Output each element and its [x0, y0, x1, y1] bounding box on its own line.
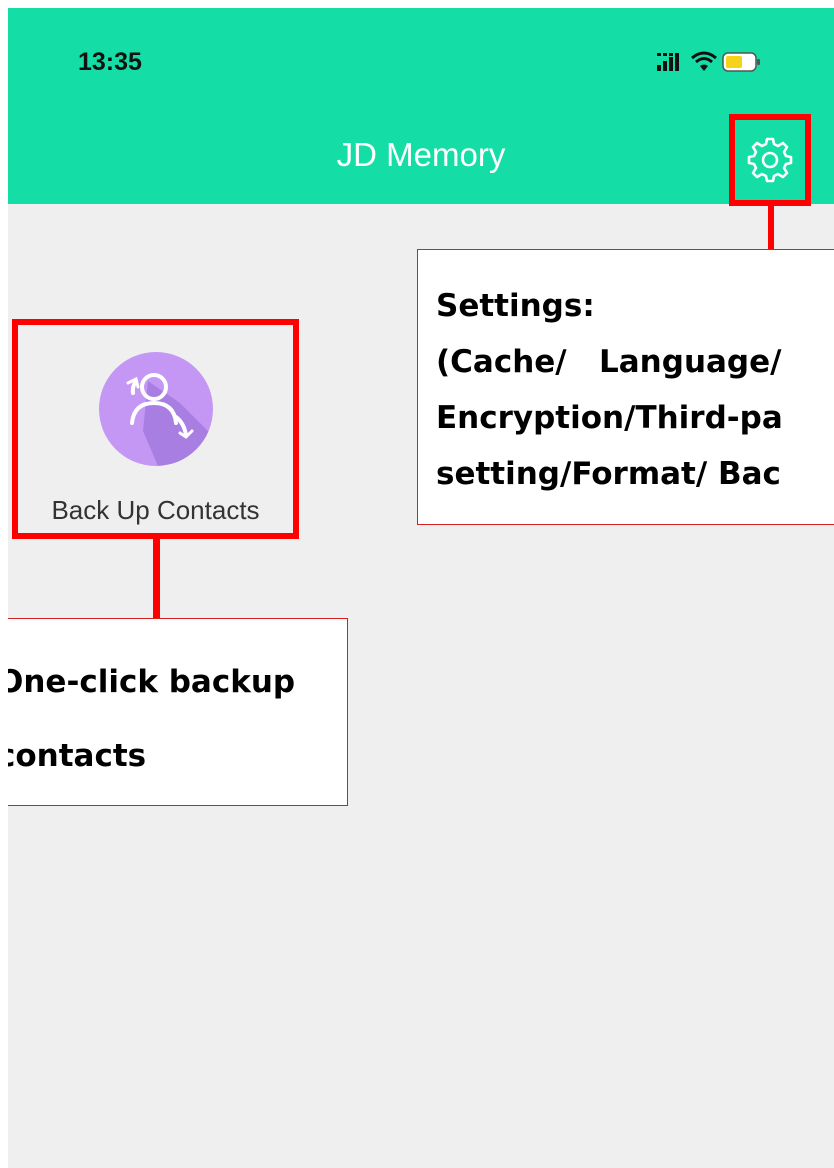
back-up-contacts-label: Back Up Contacts: [51, 495, 260, 525]
backup-annotation-line: contacts: [8, 738, 147, 774]
settings-connector-line: [768, 206, 774, 250]
settings-annotation-line: Settings:: [436, 288, 595, 324]
backup-annotation: One-click backup contacts: [8, 618, 348, 806]
settings-annotation-line: Encryption/Third-pa: [436, 400, 783, 436]
back-up-contacts-button[interactable]: Back Up Contacts: [12, 319, 299, 539]
settings-button[interactable]: [729, 114, 811, 206]
app-title: JD Memory: [336, 136, 506, 173]
contacts-sync-icon: [99, 352, 213, 466]
battery-icon: [722, 52, 760, 72]
wifi-icon: [691, 51, 717, 71]
settings-annotation-line: setting/Format/ Bac: [436, 456, 781, 492]
app-header: 13:35 JD Memory: [8, 8, 834, 206]
gear-icon: [747, 137, 793, 183]
signal-icon: [657, 53, 679, 71]
settings-annotation: Settings: (Cache/ Language/ Encryption/T…: [417, 249, 834, 525]
backup-annotation-line: One-click backup: [8, 664, 296, 700]
settings-annotation-line: (Cache/ Language/: [436, 344, 782, 380]
backup-connector-line: [153, 536, 160, 620]
app-screen: 13:35 JD Memory Settings: (Cache/ Langua…: [8, 8, 834, 1168]
status-time: 13:35: [78, 48, 142, 76]
